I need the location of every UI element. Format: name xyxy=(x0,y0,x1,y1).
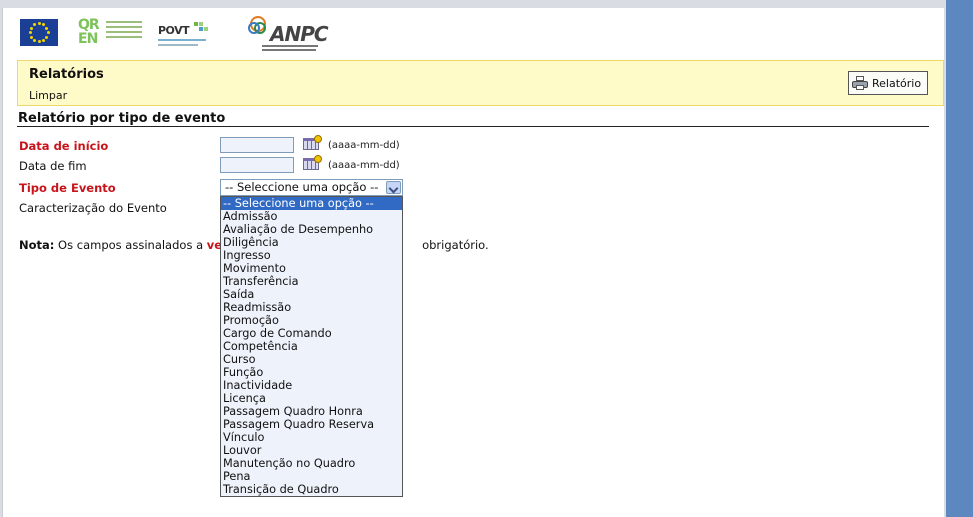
dropdown-option[interactable]: Admissão xyxy=(221,210,402,223)
anpc-logo-text: ANPC xyxy=(270,22,329,46)
section-title: Relatório por tipo de evento xyxy=(18,111,226,126)
dropdown-option[interactable]: Licença xyxy=(221,392,402,405)
chevron-down-icon[interactable] xyxy=(386,181,401,194)
dropdown-option[interactable]: Competência xyxy=(221,340,402,353)
start-date-label: Data de início xyxy=(19,139,109,153)
dropdown-option[interactable]: Diligência xyxy=(221,236,402,249)
note-prefix: Nota: xyxy=(19,238,55,252)
dropdown-option[interactable]: Ingresso xyxy=(221,249,402,262)
star-icon xyxy=(37,40,41,43)
dropdown-option[interactable]: Pena xyxy=(221,470,402,483)
dropdown-option[interactable]: -- Seleccione uma opção -- xyxy=(221,197,402,210)
dropdown-option[interactable]: Readmissão xyxy=(221,301,402,314)
note-text-after: obrigatório. xyxy=(422,238,489,252)
event-type-selected-value: -- Seleccione uma opção -- xyxy=(225,180,379,194)
star-icon xyxy=(42,38,45,42)
dropdown-option[interactable]: Saída xyxy=(221,288,402,301)
dropdown-option[interactable]: Transferência xyxy=(221,275,402,288)
dropdown-option[interactable]: Promoção xyxy=(221,314,402,327)
page-title: Relatórios xyxy=(29,67,104,82)
dropdown-option[interactable]: Movimento xyxy=(221,262,402,275)
section-divider xyxy=(17,126,929,127)
star-icon xyxy=(37,22,41,25)
povt-logo-text: POVT xyxy=(158,24,190,37)
star-icon xyxy=(33,23,36,27)
printer-icon xyxy=(852,76,868,90)
end-date-format-hint: (aaaa-mm-dd) xyxy=(328,160,400,171)
dropdown-option[interactable]: Inactividade xyxy=(221,379,402,392)
dropdown-option[interactable]: Avaliação de Desempenho xyxy=(221,223,402,236)
star-icon xyxy=(29,26,33,30)
event-characterization-label: Caracterização do Evento xyxy=(19,201,167,215)
dropdown-option[interactable]: Vínculo xyxy=(221,431,402,444)
star-icon xyxy=(33,38,36,42)
reports-header: Relatórios Limpar Relatório xyxy=(17,60,944,106)
qren-logo: QR EN xyxy=(78,18,148,50)
povt-logo: POVT xyxy=(158,20,210,50)
star-icon xyxy=(29,35,33,39)
star-icon xyxy=(42,23,45,27)
dropdown-option[interactable]: Transição de Quadro xyxy=(221,483,402,496)
calendar-icon[interactable] xyxy=(303,135,323,151)
clear-link[interactable]: Limpar xyxy=(29,89,67,102)
anpc-logo: ANPC xyxy=(248,14,329,54)
dropdown-option[interactable]: Função xyxy=(221,366,402,379)
star-icon xyxy=(46,31,50,34)
dropdown-option[interactable]: Manutenção no Quadro xyxy=(221,457,402,470)
start-date-input[interactable] xyxy=(220,137,294,153)
end-date-label: Data de fim xyxy=(19,159,87,173)
event-type-label: Tipo de Evento xyxy=(19,181,116,195)
end-date-input[interactable] xyxy=(220,157,294,173)
star-icon xyxy=(45,26,49,30)
right-side-bar xyxy=(946,0,973,517)
event-type-dropdown-list[interactable]: -- Seleccione uma opção -- Admissão Avalia… xyxy=(220,196,403,497)
dropdown-option[interactable]: Curso xyxy=(221,353,402,366)
start-date-format-hint: (aaaa-mm-dd) xyxy=(328,140,400,151)
dropdown-option[interactable]: Passagem Quadro Reserva xyxy=(221,418,402,431)
star-icon xyxy=(45,35,49,39)
report-button-label: Relatório xyxy=(872,76,922,90)
calendar-icon[interactable] xyxy=(303,155,323,171)
eu-flag-logo xyxy=(20,19,58,46)
dropdown-option[interactable]: Cargo de Comando xyxy=(221,327,402,340)
dropdown-option[interactable]: Passagem Quadro Honra xyxy=(221,405,402,418)
note-text-before: Os campos assinalados a xyxy=(58,238,204,252)
dropdown-option[interactable]: Louvor xyxy=(221,444,402,457)
report-button[interactable]: Relatório xyxy=(848,71,928,95)
star-icon xyxy=(28,31,32,34)
event-type-select[interactable]: -- Seleccione uma opção -- xyxy=(220,179,403,196)
